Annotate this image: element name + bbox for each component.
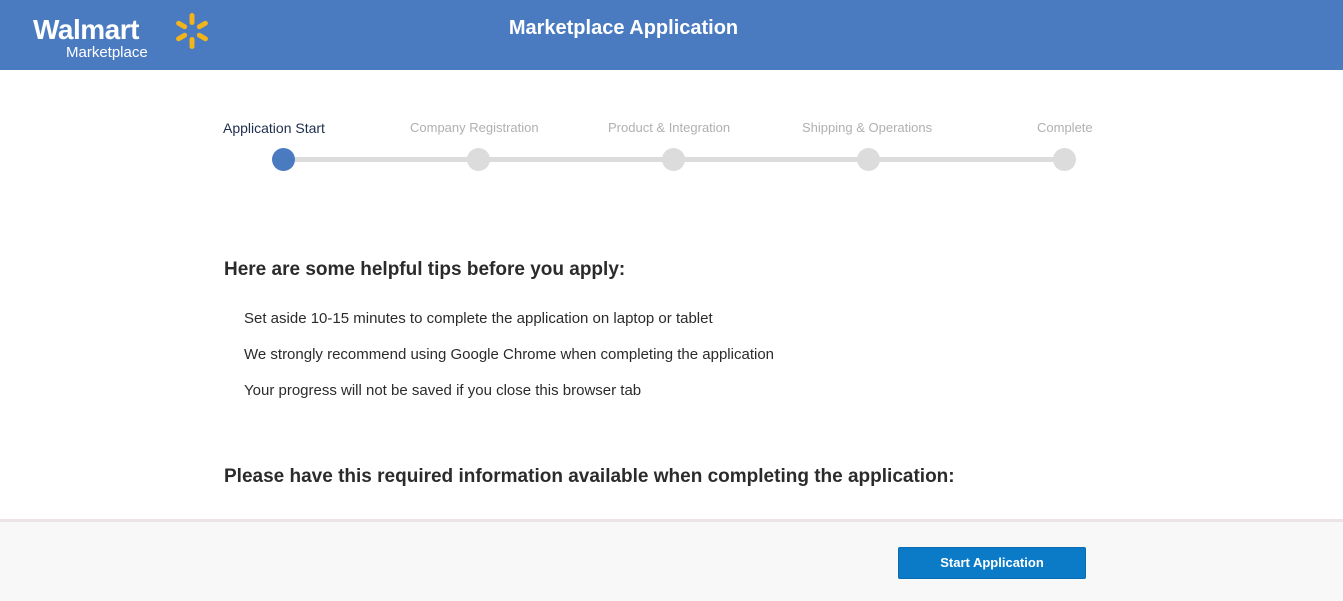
step-label-company-registration: Company Registration <box>410 120 539 135</box>
tip-item: Set aside 10-15 minutes to complete the … <box>244 310 713 327</box>
step-label-complete: Complete <box>1037 120 1093 135</box>
step-dot-shipping-operations <box>857 148 880 171</box>
progress-stepper: Application Start Company Registration P… <box>0 0 1343 200</box>
tip-item: Your progress will not be saved if you c… <box>244 382 642 399</box>
footer-bar: Start Application <box>0 519 1343 601</box>
step-label-shipping-operations: Shipping & Operations <box>802 120 933 135</box>
required-info-heading: Please have this required information av… <box>224 466 955 487</box>
step-dot-application-start <box>272 148 295 171</box>
start-application-button[interactable]: Start Application <box>898 547 1086 579</box>
tip-item: We strongly recommend using Google Chrom… <box>244 346 775 363</box>
tips-heading: Here are some helpful tips before you ap… <box>224 259 626 280</box>
step-dot-company-registration <box>467 148 490 171</box>
step-dot-complete <box>1053 148 1076 171</box>
step-dot-product-integration <box>662 148 685 171</box>
step-label-product-integration: Product & Integration <box>608 120 731 135</box>
step-label-application-start: Application Start <box>223 120 325 136</box>
